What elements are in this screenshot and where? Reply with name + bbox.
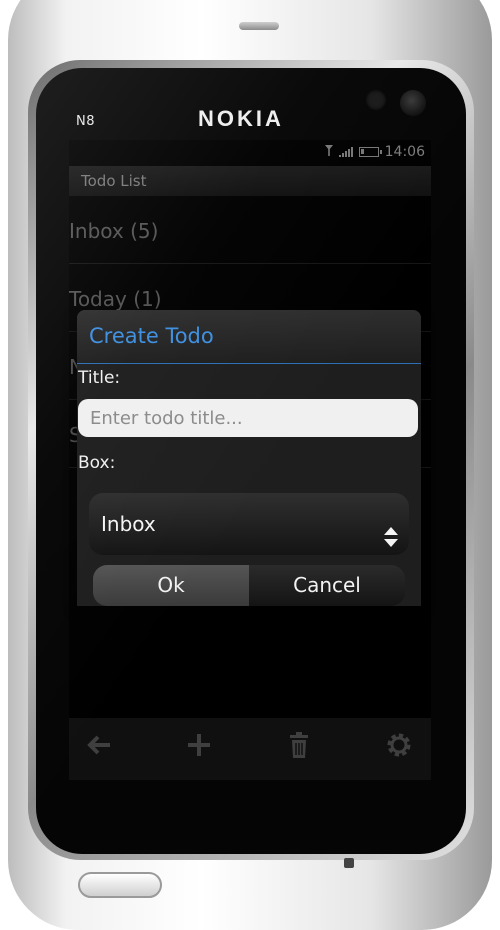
- lanyard-slot: [344, 858, 354, 868]
- trash-icon[interactable]: [281, 730, 317, 766]
- create-todo-dialog: Create Todo Title: Box: Inbox Ok Cancel: [77, 310, 421, 606]
- todo-title-input[interactable]: [78, 399, 418, 437]
- list-item-inbox[interactable]: Inbox (5): [69, 198, 431, 264]
- signal-strength-icon: [338, 147, 353, 157]
- sensor-icon: [366, 90, 386, 110]
- status-bar: 14:06: [324, 144, 425, 160]
- title-label: Title:: [78, 368, 121, 388]
- list-item-label: Today (1): [69, 287, 162, 311]
- bottom-toolbar: [69, 718, 431, 780]
- device-model: N8: [76, 114, 95, 129]
- home-key[interactable]: [78, 872, 162, 898]
- status-time: 14:06: [384, 144, 425, 160]
- app-title: Todo List: [69, 166, 431, 196]
- box-select-value: Inbox: [101, 512, 156, 536]
- cancel-button[interactable]: Cancel: [249, 565, 405, 606]
- gear-icon[interactable]: [381, 730, 417, 766]
- box-label: Box:: [78, 453, 116, 473]
- list-item-label: Inbox (5): [69, 219, 159, 243]
- device-brand-logo: NOKIA: [198, 106, 284, 131]
- up-down-arrows-icon: [383, 511, 399, 547]
- ok-button[interactable]: Ok: [93, 565, 249, 606]
- dialog-title: Create Todo: [89, 324, 214, 348]
- dialog-header: Create Todo: [77, 310, 421, 364]
- antenna-icon: [324, 144, 333, 160]
- dialog-button-bar: Ok Cancel: [93, 565, 405, 606]
- battery-icon: [358, 147, 382, 157]
- screen: 14:06 Todo List Inbox (5) Today (1) N S …: [69, 140, 431, 780]
- earpiece-speaker: [239, 22, 279, 30]
- box-select[interactable]: Inbox: [89, 493, 409, 555]
- back-icon[interactable]: [81, 730, 117, 766]
- add-icon[interactable]: [181, 730, 217, 766]
- front-camera-icon: [400, 90, 426, 116]
